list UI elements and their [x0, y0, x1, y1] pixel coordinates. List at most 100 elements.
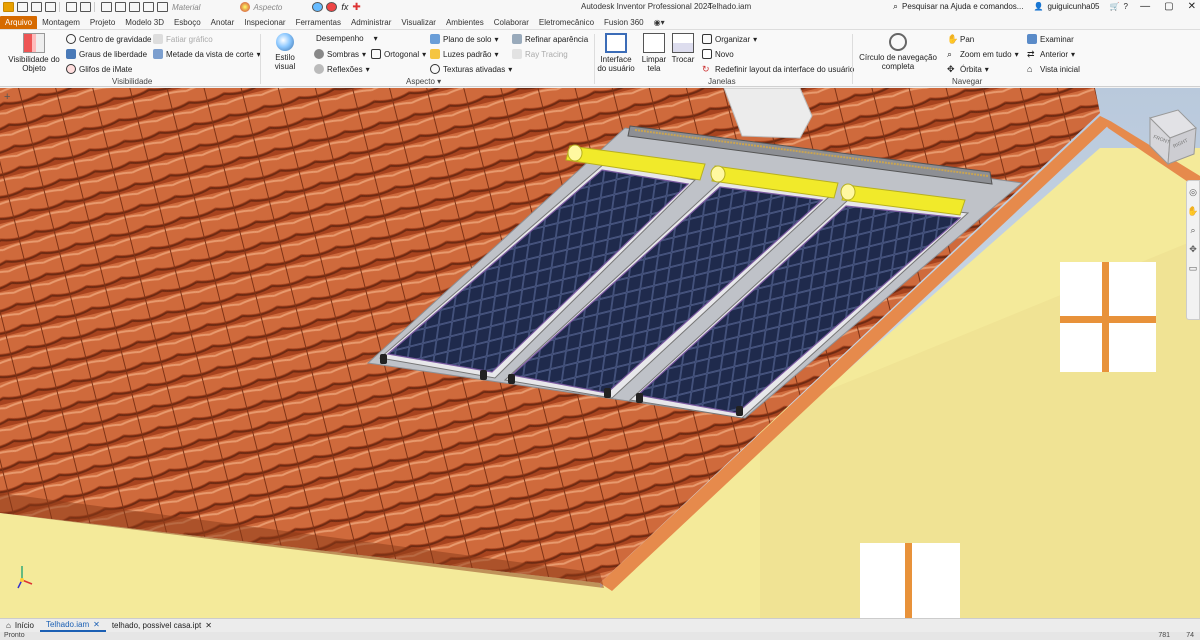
properties-icon[interactable]	[143, 2, 154, 12]
user-icon[interactable]: 👤	[1033, 2, 1043, 11]
orbita-button[interactable]: ✥ Órbita ▾	[947, 64, 989, 74]
examinar-button[interactable]: Examinar	[1027, 34, 1074, 44]
ribbon-options-icon[interactable]: ◉▾	[649, 16, 670, 29]
navigation-bar: ◎ ✋ ⌕ ✥ ▭	[1186, 180, 1200, 320]
pan-icon[interactable]: ✋	[1187, 206, 1198, 217]
open-file-icon[interactable]	[31, 2, 42, 12]
desempenho-dropdown[interactable]: Desempenho ▾	[316, 34, 378, 43]
cart-icon[interactable]: 🛒	[1109, 2, 1119, 11]
novo-label: Novo	[715, 49, 734, 59]
maximize-icon[interactable]: ▢	[1164, 1, 1173, 12]
luzes-padrao-label: Luzes padrão	[443, 49, 492, 59]
orthographic-icon	[371, 49, 381, 59]
tab-arquivo[interactable]: Arquivo	[0, 16, 38, 29]
luzes-padrao-button[interactable]: Luzes padrão ▾	[430, 49, 499, 59]
metade-vista-button[interactable]: Metade da vista de corte ▾	[153, 49, 261, 59]
tab-fusion-360[interactable]: Fusion 360	[599, 16, 649, 29]
tab-esboco[interactable]: Esboço	[169, 16, 206, 29]
parameters-icon[interactable]: fx	[341, 2, 348, 12]
home-view-icon: ⌂	[1027, 64, 1033, 74]
reflexoes-button[interactable]: Reflexões ▾	[314, 64, 370, 74]
zoom-icon[interactable]: ⌕	[1190, 225, 1195, 236]
minimize-icon[interactable]: —	[1140, 1, 1150, 12]
orbita-label: Órbita	[960, 64, 982, 74]
center-of-gravity-icon	[66, 34, 76, 44]
plano-solo-button[interactable]: Plano de solo ▾	[430, 34, 499, 44]
circulo-navegacao-label: Círculo de navegação completa	[859, 53, 937, 71]
appearance-combo[interactable]: Aspecto	[240, 2, 282, 12]
sombras-button[interactable]: Sombras ▾	[314, 49, 366, 59]
arrange-icon	[702, 34, 712, 44]
centro-gravidade-button[interactable]: Centro de gravidade	[66, 34, 152, 44]
organizar-button[interactable]: Organizar ▾	[702, 34, 757, 44]
select-icon[interactable]	[129, 2, 140, 12]
texturas-ativadas-button[interactable]: Texturas ativadas ▾	[430, 64, 512, 74]
clear-appearance-icon[interactable]	[326, 2, 338, 12]
status-count-2: 74	[1186, 632, 1194, 639]
object-visibility-button[interactable]: Visibilidade do Objeto	[6, 33, 62, 73]
tab-anotar[interactable]: Anotar	[206, 16, 240, 29]
estilo-visual-button[interactable]: Estilo visual	[264, 33, 306, 71]
circulo-navegacao-button[interactable]: Círculo de navegação completa	[856, 33, 940, 71]
graus-liberdade-button[interactable]: Graus de liberdade	[66, 49, 147, 59]
redefinir-layout-label: Redefinir layout da interface do usuário	[715, 64, 855, 74]
fatiar-grafico-button[interactable]: Fatiar gráfico	[153, 34, 213, 44]
ray-tracing-button[interactable]: Ray Tracing	[512, 49, 568, 59]
save-icon[interactable]	[45, 2, 56, 12]
redo-icon[interactable]	[80, 2, 91, 12]
interface-usuario-button[interactable]: Interface do usuário	[596, 33, 636, 73]
app-icon[interactable]	[3, 2, 14, 12]
orbit-icon[interactable]: ✥	[1189, 244, 1197, 255]
steering-wheel-icon[interactable]: ◎	[1189, 187, 1197, 198]
material-combo[interactable]: Material	[172, 3, 200, 12]
fatiar-grafico-label: Fatiar gráfico	[166, 34, 213, 44]
window-lower	[860, 543, 960, 618]
user-name[interactable]: guiguicunha05	[1047, 2, 1099, 11]
limpar-tela-button[interactable]: Limpar tela	[640, 33, 668, 73]
look-at-icon[interactable]: ▭	[1189, 263, 1198, 274]
chevron-down-icon: ▾	[373, 34, 378, 43]
panel-separator	[852, 34, 853, 84]
tab-ambientes[interactable]: Ambientes	[441, 16, 489, 29]
document-tab-telhado-iam[interactable]: Telhado.iam ✕	[39, 619, 106, 632]
tab-inspecionar[interactable]: Inspecionar	[239, 16, 290, 29]
refinar-aparencia-button[interactable]: Refinar aparência	[512, 34, 588, 44]
tab-ferramentas[interactable]: Ferramentas	[291, 16, 346, 29]
tab-projeto[interactable]: Projeto	[85, 16, 120, 29]
add-icon[interactable]: ✚	[352, 2, 360, 13]
anterior-button[interactable]: ⇄ Anterior ▾	[1027, 49, 1075, 59]
home-tab[interactable]: ⌂ Início	[0, 621, 40, 630]
3d-scene[interactable]: FRONT RIGHT +	[0, 88, 1200, 618]
ground-plane-icon	[430, 34, 440, 44]
tab-eletromecanico[interactable]: Eletromecânico	[534, 16, 599, 29]
new-file-icon[interactable]	[17, 2, 28, 12]
chevron-down-icon[interactable]: ▾	[437, 77, 441, 86]
tab-montagem[interactable]: Montagem	[37, 16, 85, 29]
home-icon[interactable]	[101, 2, 112, 12]
zoom-tudo-button[interactable]: ⌕ Zoom em tudo ▾	[947, 49, 1019, 59]
tab-modelo-3d[interactable]: Modelo 3D	[120, 16, 169, 29]
add-view-icon[interactable]: +	[4, 91, 10, 103]
update-icon[interactable]	[115, 2, 126, 12]
document-tab-telhado-ipt[interactable]: telhado, possivel casa.ipt ✕	[106, 621, 218, 630]
help-search[interactable]: ⌕ Pesquisar na Ajuda e comandos... 👤 gui…	[893, 1, 1128, 12]
vista-inicial-button[interactable]: ⌂ Vista inicial	[1027, 64, 1080, 74]
tab-colaborar[interactable]: Colaborar	[489, 16, 534, 29]
ortogonal-button[interactable]: Ortogonal ▾	[371, 49, 426, 59]
novo-button[interactable]: Novo	[702, 49, 734, 59]
appearance-adjust-icon[interactable]	[312, 2, 324, 12]
pan-button[interactable]: ✋ Pan	[947, 34, 974, 44]
tab-administrar[interactable]: Administrar	[346, 16, 396, 29]
trocar-button[interactable]: Trocar	[671, 33, 695, 64]
material-icon[interactable]	[157, 2, 168, 12]
graphics-viewport[interactable]: FRONT RIGHT + ◎ ✋ ⌕ ✥ ▭	[0, 88, 1200, 618]
close-icon[interactable]: ✕	[93, 620, 100, 629]
help-icon[interactable]: ?	[1123, 2, 1127, 11]
estilo-visual-label: Estilo visual	[274, 53, 296, 71]
undo-icon[interactable]	[66, 2, 77, 12]
close-icon[interactable]: ✕	[1188, 1, 1196, 12]
close-icon[interactable]: ✕	[205, 621, 212, 630]
glifos-imate-button[interactable]: Glifos de iMate	[66, 64, 132, 74]
tab-visualizar[interactable]: Visualizar	[396, 16, 441, 29]
redefinir-layout-button[interactable]: ↻ Redefinir layout da interface do usuár…	[702, 64, 854, 74]
